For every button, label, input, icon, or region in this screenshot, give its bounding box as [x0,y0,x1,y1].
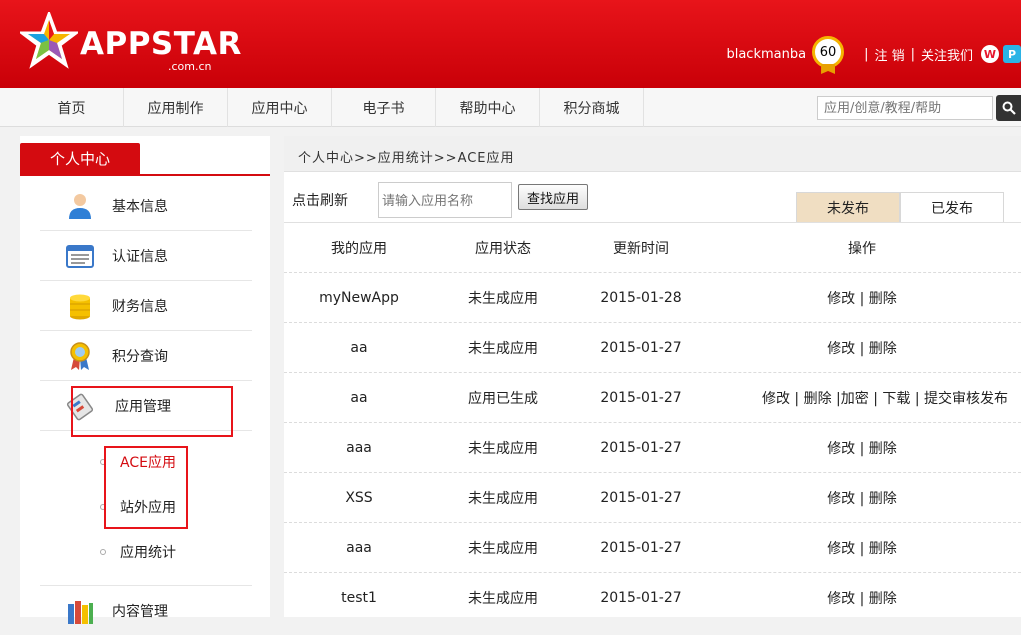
app-name: aaa [346,540,372,556]
table-row: test1 未生成应用 2015-01-27 修改 | 删除 [284,573,1021,623]
site-header: APPSTAR .com.cn blackmanba 60 | 注 销 | 关注… [0,0,1021,88]
highlight-box [71,386,233,437]
app-status: 未生成应用 [468,341,538,357]
app-date: 2015-01-27 [600,340,682,356]
star-logo-icon [20,12,78,69]
id-card-icon [66,245,94,268]
separator: | [864,46,869,62]
column-header: 我的应用 [331,241,387,257]
nav-app-center[interactable]: 应用中心 [228,88,332,127]
highlight-box [104,446,188,529]
sidebar-title: 个人中心 [20,143,140,174]
row-actions[interactable]: 修改 | 删除 [710,273,1014,323]
app-name: test1 [341,590,377,606]
app-name: aa [350,340,368,356]
sidebar-item-label: 积分查询 [112,348,168,365]
medal-icon [70,342,90,370]
tab-published[interactable]: 已发布 [900,192,1004,223]
app-name: aaa [346,440,372,456]
row-actions[interactable]: 修改 | 删除 [710,323,1014,373]
column-header: 操作 [848,241,876,257]
row-actions[interactable]: 修改 | 删除 |加密 | 下载 | 提交审核发布 [710,373,1014,423]
column-header: 应用状态 [475,241,531,257]
sub-item-label: 应用统计 [120,545,176,561]
user-icon [69,194,91,219]
app-name: aa [350,390,368,406]
row-actions[interactable]: 修改 | 删除 [710,523,1014,573]
search-button[interactable] [996,95,1021,121]
tab-unpublished[interactable]: 未发布 [796,192,900,223]
social-links: W P [981,45,1021,63]
table-row: aaa 未生成应用 2015-01-27 修改 | 删除 [284,523,1021,573]
table-row: aa 未生成应用 2015-01-27 修改 | 删除 [284,323,1021,373]
app-date: 2015-01-27 [600,540,682,556]
row-actions[interactable]: 修改 | 删除 [710,423,1014,473]
breadcrumb: 个人中心>>应用统计>>ACE应用 [284,136,1021,172]
brand-domain: .com.cn [168,60,212,73]
column-header: 更新时间 [613,241,669,257]
separator: | [910,46,915,62]
username-link[interactable]: blackmanba [726,47,806,62]
refresh-link[interactable]: 点击刷新 [292,190,348,210]
sub-item-app-stats[interactable]: 应用统计 [100,542,176,562]
sidebar-item-label: 基本信息 [112,198,168,215]
app-search-input[interactable] [378,182,512,218]
app-date: 2015-01-27 [600,590,682,606]
ribbon-icon [821,64,836,74]
table-row: XSS 未生成应用 2015-01-27 修改 | 删除 [284,473,1021,523]
app-status: 未生成应用 [468,441,538,457]
table-header: 我的应用 应用状态 更新时间 操作 [284,223,1021,273]
level-badge: 60 [812,34,846,74]
sidebar-item-content-manage[interactable]: 内容管理 [40,585,252,635]
coins-icon [70,294,90,320]
row-actions[interactable]: 修改 | 删除 [710,573,1014,623]
sidebar: 个人中心 基本信息 认证信息 财务信息 积分查询 应用管理 ACE应用 站外应用… [20,136,270,624]
nav-app-make[interactable]: 应用制作 [124,88,228,127]
search-icon [1002,101,1016,115]
app-date: 2015-01-27 [600,490,682,506]
app-date: 2015-01-28 [600,290,682,306]
app-date: 2015-01-27 [600,390,682,406]
app-name: myNewApp [319,290,399,306]
level-value: 60 [812,36,845,68]
table-row: aa 应用已生成 2015-01-27 修改 | 删除 |加密 | 下载 | 提… [284,373,1021,423]
user-area: blackmanba 60 | 注 销 | 关注我们 W P [726,34,1021,74]
find-app-button[interactable]: 查找应用 [518,184,588,210]
sidebar-item-label: 财务信息 [112,298,168,315]
nav-ebook[interactable]: 电子书 [332,88,436,127]
app-name: XSS [345,490,373,506]
bullet-icon [100,549,106,555]
books-icon [68,601,93,624]
nav-help[interactable]: 帮助中心 [436,88,540,127]
qzone-icon[interactable]: P [1003,45,1021,63]
follow-us-link[interactable]: 关注我们 [921,45,973,64]
nav-home[interactable]: 首页 [20,88,124,127]
app-status: 未生成应用 [468,541,538,557]
sidebar-item-finance[interactable]: 财务信息 [40,281,252,331]
sidebar-item-label: 内容管理 [112,603,168,620]
site-logo[interactable]: APPSTAR .com.cn [20,12,241,73]
app-status: 未生成应用 [468,291,538,307]
brand-name: APPSTAR [80,26,242,62]
table-row: aaa 未生成应用 2015-01-27 修改 | 删除 [284,423,1021,473]
nav-points-mall[interactable]: 积分商城 [540,88,644,127]
sidebar-item-basic-info[interactable]: 基本信息 [40,181,252,231]
app-date: 2015-01-27 [600,440,682,456]
row-actions[interactable]: 修改 | 删除 [710,473,1014,523]
sidebar-item-points[interactable]: 积分查询 [40,331,252,381]
sidebar-item-label: 认证信息 [112,248,168,265]
main-content: 个人中心>>应用统计>>ACE应用 点击刷新 查找应用 未发布 已发布 我的应用… [284,136,1021,617]
app-status: 未生成应用 [468,591,538,607]
sidebar-item-cert-info[interactable]: 认证信息 [40,231,252,281]
site-search-input[interactable] [817,96,993,120]
logout-link[interactable]: 注 销 [874,45,904,64]
table-row: myNewApp 未生成应用 2015-01-28 修改 | 删除 [284,273,1021,323]
app-status: 未生成应用 [468,491,538,507]
divider [20,174,270,176]
weibo-icon[interactable]: W [981,45,999,63]
app-status: 应用已生成 [468,391,538,407]
